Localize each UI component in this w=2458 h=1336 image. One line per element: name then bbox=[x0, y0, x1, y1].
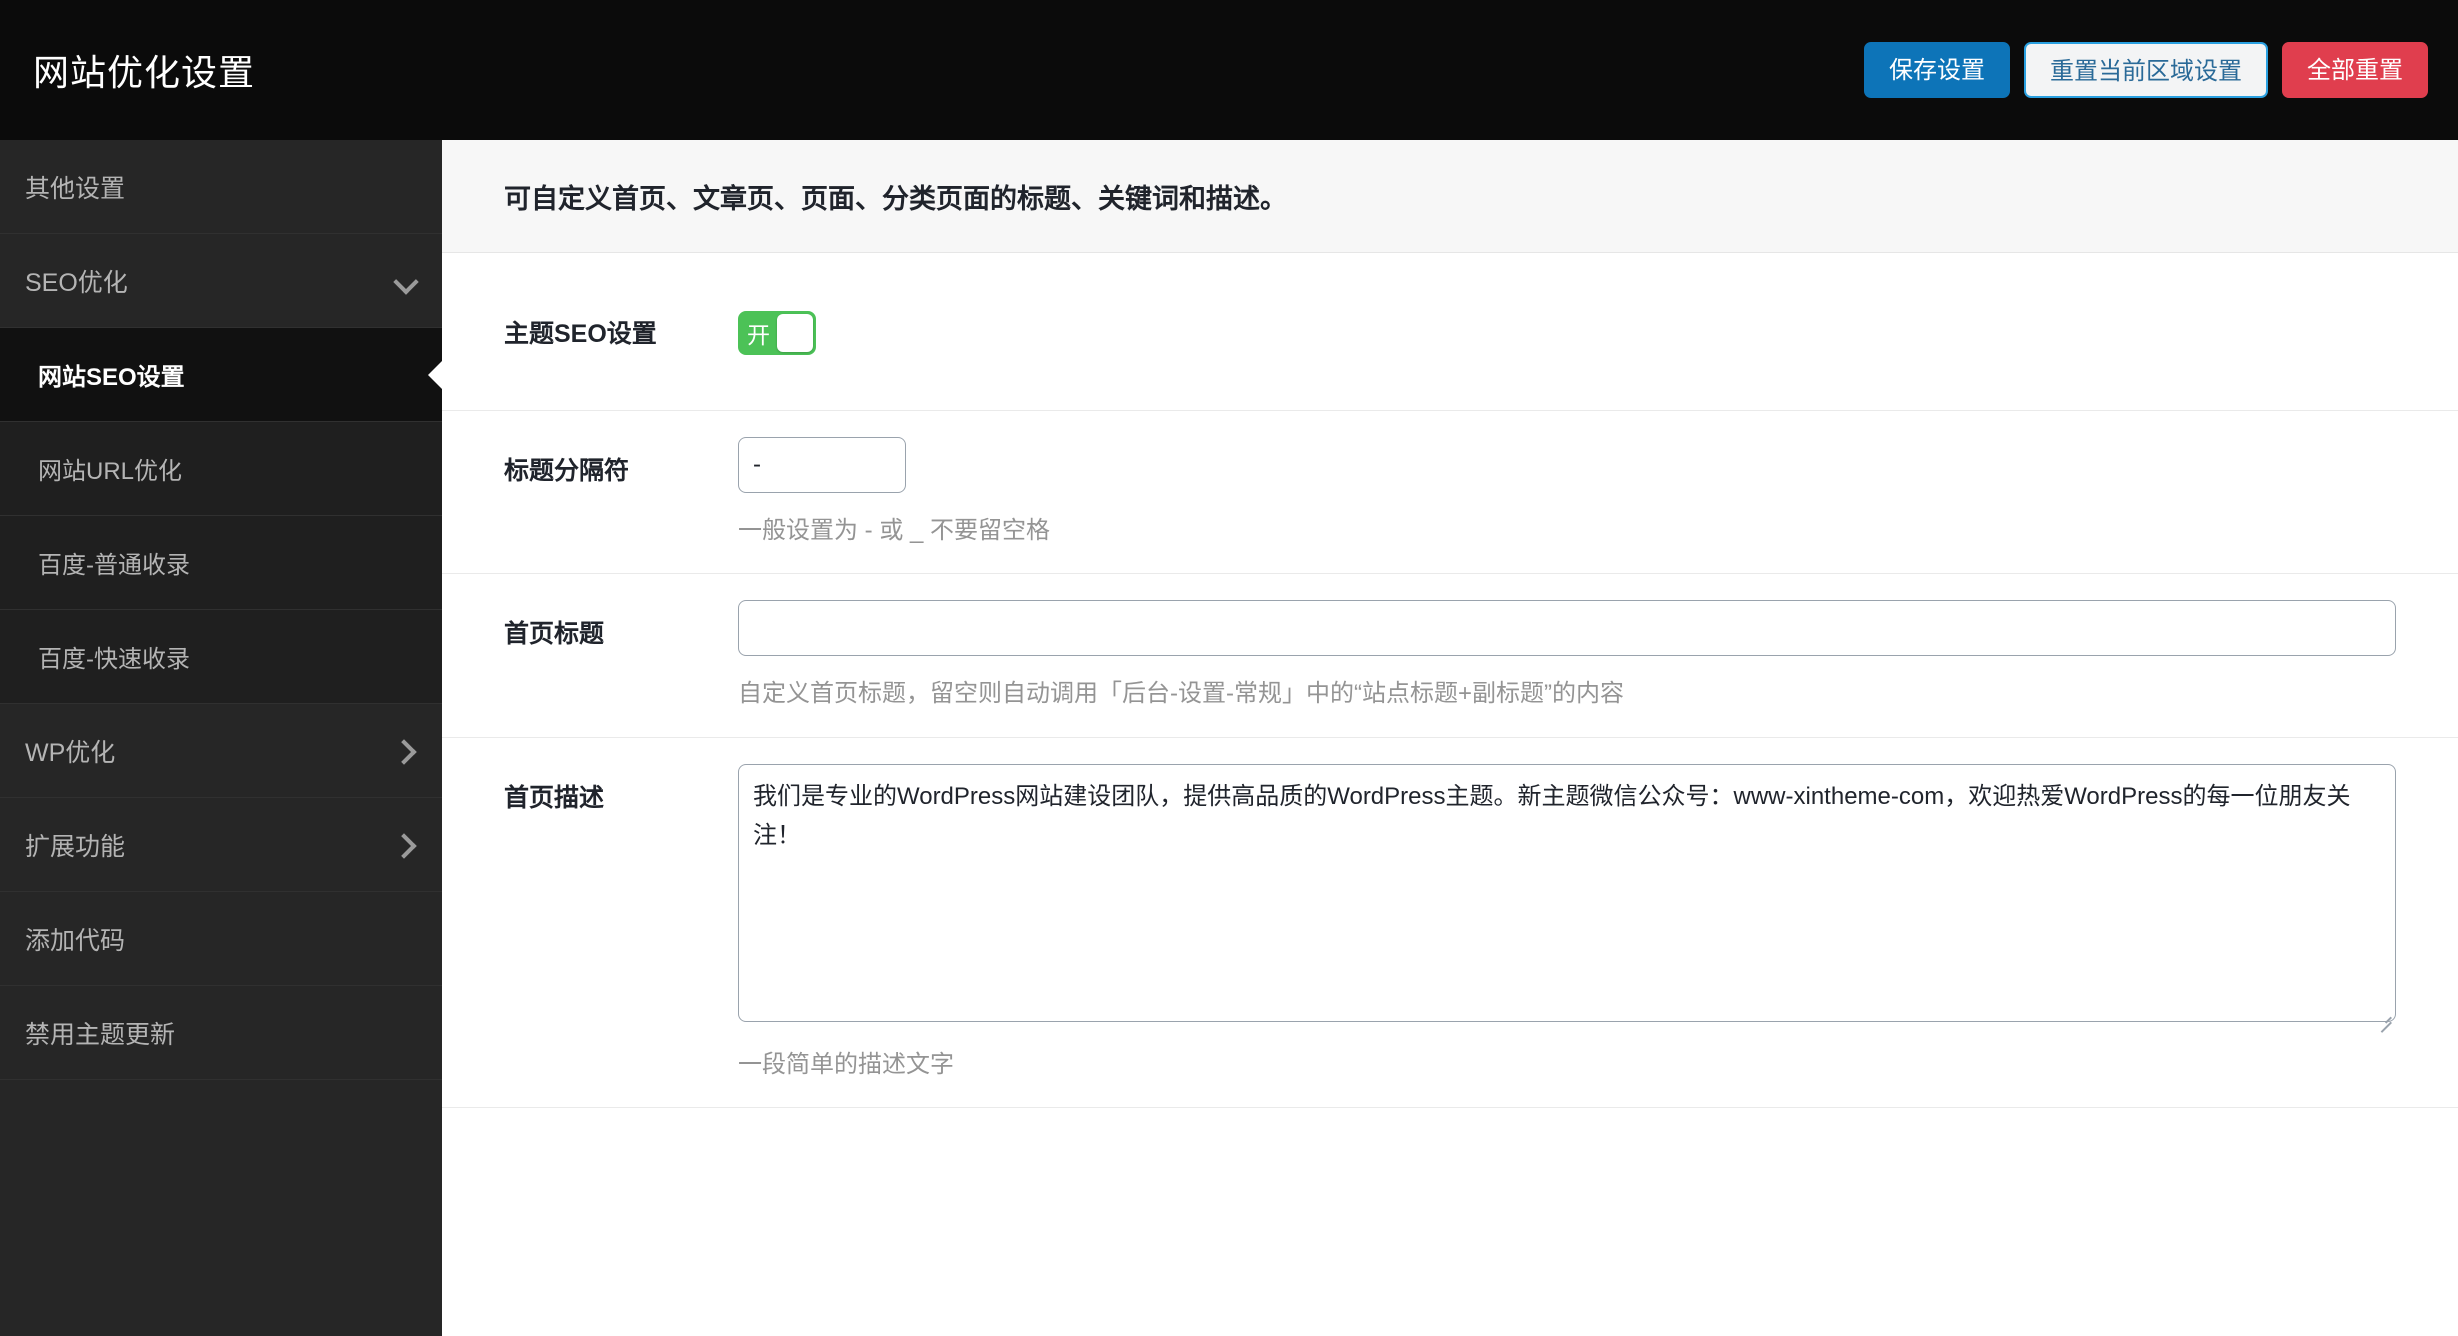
sidebar-item-wp-optimization[interactable]: WP优化 bbox=[0, 704, 442, 798]
top-bar: 网站优化设置 保存设置 重置当前区域设置 全部重置 bbox=[0, 0, 2458, 140]
row-label: 主题SEO设置 bbox=[504, 319, 657, 348]
sidebar-item-disable-theme-update[interactable]: 禁用主题更新 bbox=[0, 986, 442, 1080]
row-field: 开 bbox=[734, 283, 2396, 381]
sidebar-item-baidu-fast-index[interactable]: 百度-快速收录 bbox=[0, 610, 442, 704]
row-theme-seo-settings: 主题SEO设置 开 bbox=[442, 253, 2458, 411]
row-field: 一段简单的描述文字 bbox=[734, 738, 2396, 1107]
sidebar-item-other-settings[interactable]: 其他设置 bbox=[0, 140, 442, 234]
active-pointer-icon bbox=[428, 360, 442, 389]
sidebar-item-label: 扩展功能 bbox=[25, 832, 126, 861]
sidebar-item-label: 百度-快速收录 bbox=[38, 646, 190, 673]
field-hint: 一般设置为 - 或 _ 不要留空格 bbox=[738, 517, 1051, 544]
chevron-down-icon bbox=[395, 270, 417, 292]
body-wrapper: 其他设置 SEO优化 网站SEO设置 网站URL优化 百度-普通收录 百度-快速… bbox=[0, 140, 2458, 1336]
row-label: 首页标题 bbox=[504, 620, 605, 649]
sidebar-item-site-url-optimization[interactable]: 网站URL优化 bbox=[0, 422, 442, 516]
toggle-state-label: 开 bbox=[747, 321, 770, 348]
sidebar-item-label: 百度-普通收录 bbox=[38, 552, 190, 579]
sidebar-item-extensions[interactable]: 扩展功能 bbox=[0, 798, 442, 892]
sidebar-item-add-code[interactable]: 添加代码 bbox=[0, 892, 442, 986]
field-hint: 一段简单的描述文字 bbox=[738, 1050, 954, 1078]
row-home-title: 首页标题 自定义首页标题，留空则自动调用「后台-设置-常规」中的“站点标题+副标… bbox=[442, 574, 2458, 738]
row-label: 首页描述 bbox=[504, 783, 605, 812]
row-home-description: 首页描述 一段简单的描述文字 bbox=[442, 738, 2458, 1109]
row-title-separator: 标题分隔符 一般设置为 - 或 _ 不要留空格 bbox=[442, 411, 2458, 575]
sidebar-item-seo-optimization[interactable]: SEO优化 bbox=[0, 234, 442, 328]
row-field: 自定义首页标题，留空则自动调用「后台-设置-常规」中的“站点标题+副标题”的内容 bbox=[734, 574, 2396, 736]
sidebar-item-label: 网站URL优化 bbox=[38, 458, 183, 485]
sidebar-item-label: WP优化 bbox=[25, 738, 116, 767]
sidebar-item-label: 禁用主题更新 bbox=[25, 1020, 176, 1049]
reset-all-button[interactable]: 全部重置 bbox=[2282, 42, 2428, 98]
home-description-textarea[interactable] bbox=[738, 763, 2396, 1022]
row-field: 一般设置为 - 或 _ 不要留空格 bbox=[734, 411, 2396, 573]
page-title: 网站优化设置 bbox=[33, 52, 256, 93]
sidebar-item-baidu-normal-index[interactable]: 百度-普通收录 bbox=[0, 516, 442, 610]
chevron-right-icon bbox=[395, 740, 417, 762]
textarea-wrapper bbox=[738, 763, 2396, 1027]
home-title-input[interactable] bbox=[738, 600, 2396, 657]
field-hint: 自定义首页标题，留空则自动调用「后台-设置-常规」中的“站点标题+副标题”的内容 bbox=[738, 680, 1624, 708]
topbar-actions: 保存设置 重置当前区域设置 全部重置 bbox=[1864, 42, 2428, 98]
chevron-right-icon bbox=[395, 834, 417, 856]
title-separator-input[interactable] bbox=[738, 437, 906, 493]
theme-seo-toggle[interactable]: 开 bbox=[738, 310, 816, 355]
panel-description: 可自定义首页、文章页、页面、分类页面的标题、关键词和描述。 bbox=[442, 140, 2458, 253]
reset-current-section-button[interactable]: 重置当前区域设置 bbox=[2024, 42, 2268, 98]
sidebar-item-label: SEO优化 bbox=[25, 268, 128, 297]
sidebar-item-label: 网站SEO设置 bbox=[38, 364, 185, 391]
toggle-knob bbox=[777, 313, 813, 352]
sidebar: 其他设置 SEO优化 网站SEO设置 网站URL优化 百度-普通收录 百度-快速… bbox=[0, 140, 442, 1336]
save-settings-button[interactable]: 保存设置 bbox=[1864, 42, 2010, 98]
sidebar-item-site-seo-settings[interactable]: 网站SEO设置 bbox=[0, 328, 442, 422]
sidebar-item-label: 添加代码 bbox=[25, 926, 126, 955]
main-content: 可自定义首页、文章页、页面、分类页面的标题、关键词和描述。 主题SEO设置 开 … bbox=[442, 140, 2458, 1336]
row-label: 标题分隔符 bbox=[504, 457, 630, 485]
sidebar-item-label: 其他设置 bbox=[25, 174, 126, 203]
